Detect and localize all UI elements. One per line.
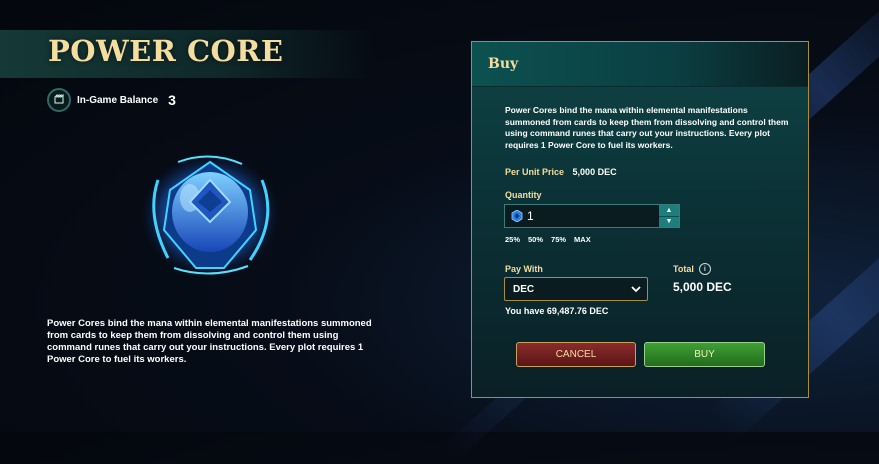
- total-label: Total: [673, 264, 694, 274]
- quantity-label: Quantity: [505, 190, 542, 200]
- total-value: 5,000 DEC: [673, 280, 732, 294]
- buy-panel: Buy Power Cores bind the mana within ele…: [471, 41, 809, 398]
- percent-options: 25% 50% 75% MAX: [505, 235, 591, 244]
- percent-max-button[interactable]: MAX: [574, 235, 591, 244]
- percent-75-button[interactable]: 75%: [551, 235, 566, 244]
- power-core-image: [140, 153, 280, 277]
- quantity-input[interactable]: [527, 209, 647, 223]
- decrement-button[interactable]: ▼: [659, 215, 679, 228]
- pay-with-value: DEC: [513, 283, 535, 295]
- pay-with-select[interactable]: DEC: [504, 277, 648, 301]
- buy-panel-description: Power Cores bind the mana within element…: [505, 105, 789, 150]
- increment-button[interactable]: ▲: [659, 205, 679, 216]
- power-core-small-icon: [511, 210, 523, 222]
- percent-50-button[interactable]: 50%: [528, 235, 543, 244]
- in-game-balance: In-Game Balance 3: [47, 88, 176, 112]
- total-row: Total i: [673, 263, 711, 275]
- chevron-down-icon: [631, 286, 641, 293]
- quantity-field[interactable]: ▲ ▼: [504, 204, 680, 228]
- unit-price-value: 5,000 DEC: [572, 167, 617, 177]
- power-core-badge-icon: [47, 88, 71, 112]
- left-description: Power Cores bind the mana within element…: [47, 318, 372, 365]
- page-title: POWER CORE: [48, 34, 284, 68]
- pay-with-label: Pay With: [505, 264, 543, 274]
- balance-label: In-Game Balance: [77, 94, 159, 106]
- buy-button[interactable]: BUY: [644, 342, 765, 367]
- percent-25-button[interactable]: 25%: [505, 235, 520, 244]
- info-icon[interactable]: i: [698, 263, 711, 275]
- balance-value: 3: [168, 92, 176, 108]
- quantity-stepper[interactable]: ▲ ▼: [659, 205, 679, 227]
- available-balance: You have 69,487.76 DEC: [505, 306, 609, 316]
- cancel-button[interactable]: CANCEL: [516, 342, 636, 367]
- buy-panel-header: Buy: [472, 42, 808, 87]
- buy-panel-title: Buy: [488, 56, 519, 72]
- unit-price-row: Per Unit Price 5,000 DEC: [505, 167, 617, 177]
- unit-price-label: Per Unit Price: [505, 167, 565, 177]
